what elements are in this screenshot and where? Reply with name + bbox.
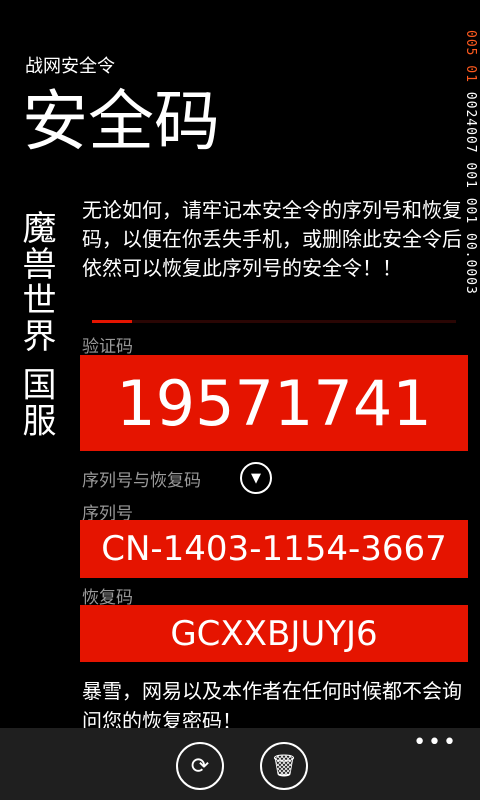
notice-text: 暴雪，网易以及本作者在任何时候都不会询问您的恢复密码！ xyxy=(82,679,462,733)
chevron-down-circle-icon[interactable]: ▼ xyxy=(240,462,272,494)
restore-value: GCXXBJUYJ6 xyxy=(80,605,468,662)
more-button[interactable]: ••• xyxy=(413,730,458,755)
region-label: 魔兽世界 国服 xyxy=(16,210,56,439)
progress-fill xyxy=(92,320,133,323)
app-bar xyxy=(0,728,480,800)
status-time: 005 01 xyxy=(463,30,478,83)
trash-icon[interactable]: 🗑 xyxy=(260,742,308,790)
page-title: 安全码 xyxy=(22,83,220,160)
serial-value: CN-1403-1154-3667 xyxy=(80,520,468,578)
code-label: 验证码 xyxy=(82,337,133,357)
auth-code: 19571741 xyxy=(80,355,468,451)
warning-text: 无论如何，请牢记本安全令的序列号和恢复码，以便在你丢失手机，或删除此安全令后依然… xyxy=(82,198,462,280)
app-name: 战网安全令 xyxy=(25,56,115,77)
refresh-icon[interactable]: ⟳ xyxy=(176,742,224,790)
serial-section-label: 序列号与恢复码 xyxy=(82,471,201,491)
code-timer-progress xyxy=(92,320,456,323)
